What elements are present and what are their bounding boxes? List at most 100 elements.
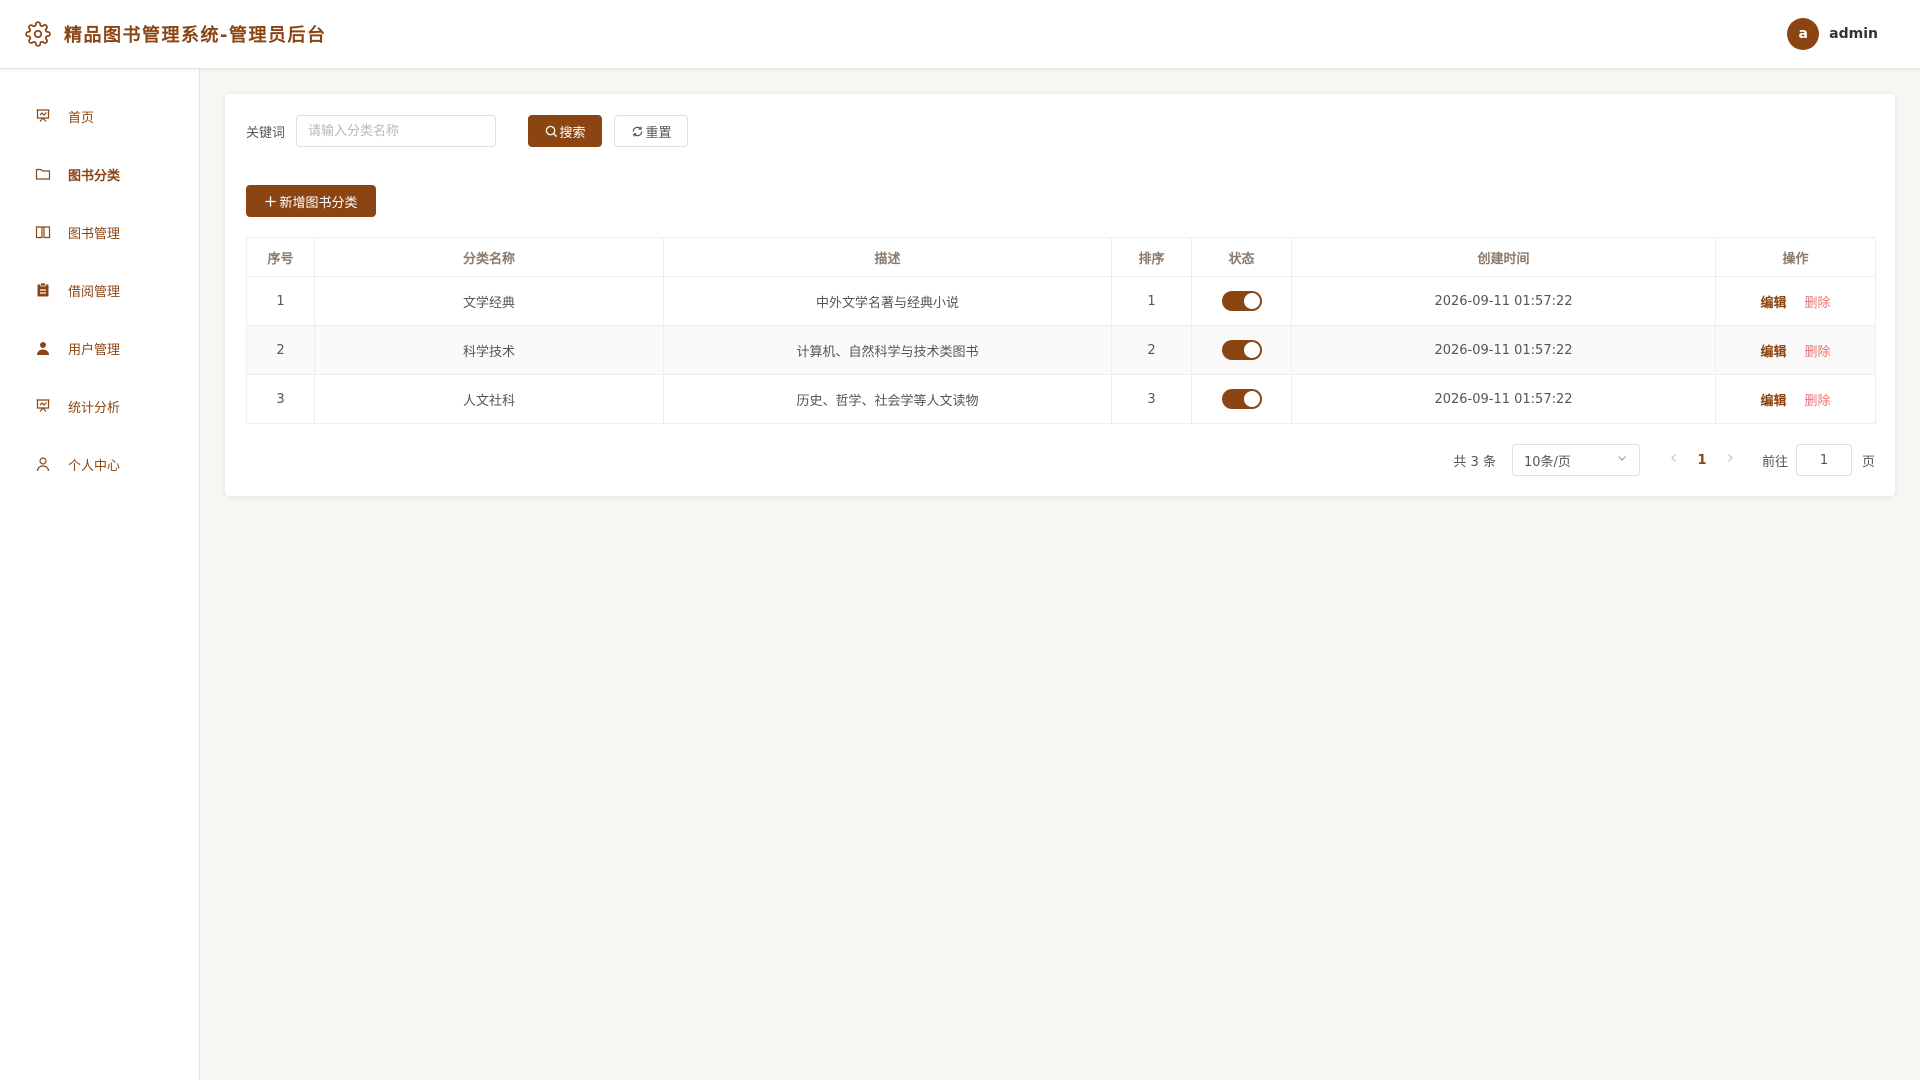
- search-button[interactable]: 搜索: [528, 115, 603, 147]
- column-header: 序号: [246, 237, 315, 277]
- sidebar-item-label: 借阅管理: [68, 284, 121, 300]
- cell-sort: 1: [1111, 276, 1192, 326]
- add-category-button[interactable]: 新增图书分类: [246, 185, 376, 217]
- add-category-label: 新增图书分类: [279, 195, 358, 211]
- edit-button[interactable]: 编辑: [1760, 345, 1786, 360]
- presentation-chart-icon: [34, 397, 52, 415]
- goto-page-input[interactable]: [1795, 444, 1852, 476]
- sidebar-item-home[interactable]: 首页: [0, 87, 199, 145]
- folder-icon: [34, 165, 52, 183]
- brand: 精品图书管理系统-管理员后台: [24, 20, 326, 48]
- goto-suffix: 页: [1861, 454, 1875, 470]
- username[interactable]: admin: [1829, 26, 1878, 42]
- toggle-knob: [1243, 342, 1260, 358]
- table-row: 3 人文社科 历史、哲学、社会学等人文读物 3 2026-09-11 01:57…: [246, 374, 1876, 424]
- sidebar-item-book-category[interactable]: 图书分类: [0, 145, 199, 203]
- table-row: 1 文学经典 中外文学名著与经典小说 1 2026-09-11 01:57:22…: [246, 276, 1876, 326]
- search-input[interactable]: [296, 115, 497, 147]
- user-outline-icon: [34, 455, 52, 473]
- clipboard-icon: [34, 281, 52, 299]
- column-header: 创建时间: [1291, 237, 1716, 277]
- cell-index: 1: [246, 276, 315, 326]
- goto-label: 前往: [1761, 454, 1788, 470]
- table-header-row: 序号 分类名称 描述 排序 状态 创建时间 操作: [246, 237, 1876, 277]
- cell-status: [1191, 276, 1292, 326]
- status-toggle[interactable]: [1221, 340, 1262, 360]
- cell-sort: 2: [1111, 325, 1192, 375]
- cell-status: [1191, 325, 1292, 375]
- cell-created: 2026-09-11 01:57:22: [1291, 276, 1716, 326]
- search-icon: [545, 125, 558, 138]
- user-filled-icon: [34, 339, 52, 357]
- pagination: 共 3 条 10条/页 1 前往 页: [1453, 444, 1875, 476]
- cell-created: 2026-09-11 01:57:22: [1291, 374, 1716, 424]
- column-header: 分类名称: [314, 237, 664, 277]
- delete-button[interactable]: 删除: [1805, 296, 1831, 311]
- avatar[interactable]: a: [1787, 18, 1820, 50]
- cell-created: 2026-09-11 01:57:22: [1291, 325, 1716, 375]
- sidebar-item-profile[interactable]: 个人中心: [0, 435, 199, 493]
- top-header: 精品图书管理系统-管理员后台 a admin: [0, 0, 1920, 69]
- sidebar-item-book-manage[interactable]: 图书管理: [0, 203, 199, 261]
- reset-button-label: 重置: [645, 125, 672, 141]
- app-title: 精品图书管理系统-管理员后台: [64, 25, 327, 46]
- delete-button[interactable]: 删除: [1805, 345, 1831, 360]
- cell-actions: 编辑 删除: [1715, 325, 1876, 375]
- sidebar-item-label: 个人中心: [68, 458, 121, 474]
- chevron-down-icon: [1616, 452, 1628, 468]
- cell-description: 中外文学名著与经典小说: [663, 276, 1112, 326]
- sidebar-item-borrow[interactable]: 借阅管理: [0, 261, 199, 319]
- sidebar-item-statistics[interactable]: 统计分析: [0, 377, 199, 435]
- edit-button[interactable]: 编辑: [1760, 296, 1786, 311]
- next-page-button[interactable]: [1720, 452, 1740, 468]
- table-row: 2 科学技术 计算机、自然科学与技术类图书 2 2026-09-11 01:57…: [246, 325, 1876, 375]
- cell-name: 科学技术: [314, 325, 664, 375]
- cell-sort: 3: [1111, 374, 1192, 424]
- column-header: 排序: [1111, 237, 1192, 277]
- book-open-icon: [34, 223, 52, 241]
- cell-name: 人文社科: [314, 374, 664, 424]
- pagination-total: 共 3 条: [1453, 454, 1496, 470]
- page-size-select[interactable]: 10条/页: [1511, 444, 1640, 476]
- toggle-knob: [1243, 293, 1260, 309]
- sidebar: 首页 图书分类 图书管理 借阅管理 用户管理 统计分析 个人中心: [0, 69, 200, 1080]
- gear-icon: [24, 20, 52, 48]
- keyword-label: 关键词: [246, 125, 286, 141]
- cell-status: [1191, 374, 1292, 424]
- presentation-chart-icon: [34, 107, 52, 125]
- reset-button[interactable]: 重置: [614, 115, 689, 147]
- prev-page-button[interactable]: [1664, 452, 1684, 468]
- cell-index: 2: [246, 325, 315, 375]
- page-number[interactable]: 1: [1684, 453, 1720, 468]
- plus-icon: [264, 195, 277, 208]
- toggle-knob: [1243, 391, 1260, 407]
- cell-index: 3: [246, 374, 315, 424]
- cell-name: 文学经典: [314, 276, 664, 326]
- sidebar-item-label: 图书管理: [68, 226, 121, 242]
- delete-button[interactable]: 删除: [1805, 394, 1831, 409]
- sidebar-item-label: 首页: [68, 110, 95, 126]
- search-button-label: 搜索: [559, 125, 586, 141]
- column-header: 描述: [663, 237, 1112, 277]
- sidebar-item-label: 统计分析: [68, 400, 121, 416]
- main-card: 关键词 搜索 重置 新增图书分类 序号 分类名称 描述: [225, 94, 1895, 496]
- cell-actions: 编辑 删除: [1715, 276, 1876, 326]
- cell-actions: 编辑 删除: [1715, 374, 1876, 424]
- sidebar-item-label: 图书分类: [68, 168, 121, 184]
- column-header: 操作: [1715, 237, 1876, 277]
- category-table: 序号 分类名称 描述 排序 状态 创建时间 操作 1 文学经典 中外文学名著与经…: [246, 237, 1876, 424]
- chevron-right-icon: [1724, 452, 1736, 468]
- refresh-icon: [631, 125, 644, 138]
- cell-description: 历史、哲学、社会学等人文读物: [663, 374, 1112, 424]
- cell-description: 计算机、自然科学与技术类图书: [663, 325, 1112, 375]
- chevron-left-icon: [1668, 452, 1680, 468]
- status-toggle[interactable]: [1221, 389, 1262, 409]
- sidebar-item-users[interactable]: 用户管理: [0, 319, 199, 377]
- sidebar-item-label: 用户管理: [68, 342, 121, 358]
- edit-button[interactable]: 编辑: [1760, 394, 1786, 409]
- user-menu[interactable]: a admin: [1787, 18, 1878, 50]
- status-toggle[interactable]: [1221, 291, 1262, 311]
- page-size-value: 10条/页: [1523, 454, 1571, 470]
- search-form: 关键词 搜索 重置: [246, 115, 689, 147]
- column-header: 状态: [1191, 237, 1292, 277]
